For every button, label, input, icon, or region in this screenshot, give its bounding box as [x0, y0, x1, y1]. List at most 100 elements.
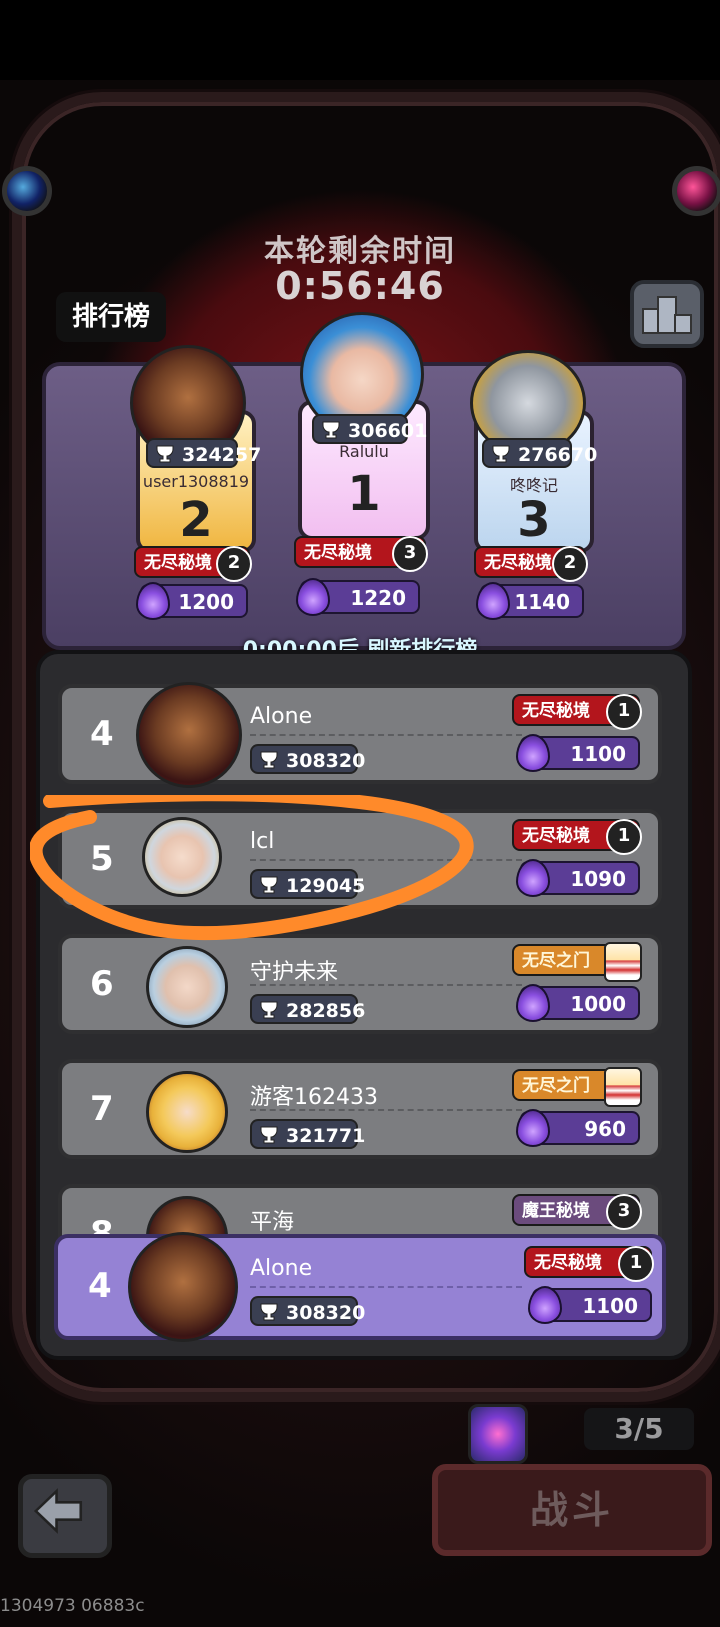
podium-rank: 1: [347, 466, 381, 522]
mode-badge: 无尽秘境 1: [524, 1246, 654, 1282]
build-id: 1304973 06883c: [0, 1596, 145, 1616]
divider: [250, 984, 522, 986]
blue-gem-icon: [2, 166, 52, 216]
points-value: 1100: [582, 1294, 638, 1318]
podium-score-value: 324257: [182, 444, 262, 466]
purple-drop-icon: [516, 734, 550, 772]
purple-drop-icon: [136, 582, 170, 620]
podium-icon[interactable]: [630, 280, 704, 348]
mode-count: 1: [606, 694, 642, 730]
player-avatar[interactable]: [136, 682, 242, 788]
row-score-value: 129045: [286, 875, 366, 897]
mode-badge: 无尽秘境 2: [474, 546, 588, 582]
podium-score: 276670: [482, 438, 597, 468]
podium-score-value: 276670: [518, 444, 598, 466]
row-rank: 4: [88, 1266, 112, 1306]
list-item[interactable]: 6 守护未来 282856 无尽之门 1000: [58, 934, 662, 1034]
list-item[interactable]: 5 lcl 129045 无尽秘境 1 1090: [58, 809, 662, 909]
purple-drop-icon: [528, 1286, 562, 1324]
mode-badge: 魔王秘境 3: [512, 1194, 642, 1230]
battle-button[interactable]: 战斗: [432, 1464, 712, 1556]
list-item[interactable]: 7 游客162433 321771 无尽之门 960: [58, 1059, 662, 1159]
points-value: 1000: [570, 992, 626, 1016]
row-name: lcl: [250, 829, 275, 854]
mode-badge: 无尽之门: [512, 1067, 642, 1107]
divider: [250, 1286, 522, 1288]
purple-drop-icon: [296, 578, 330, 616]
mode-label: 无尽秘境: [304, 543, 372, 563]
popcorn-icon: [604, 1067, 642, 1107]
player-avatar[interactable]: [142, 817, 222, 897]
mode-label: 无尽之门: [522, 1076, 590, 1096]
mode-label: 无尽秘境: [522, 701, 590, 721]
purple-drop-icon: [516, 984, 550, 1022]
game-screen: 本轮剩余时间 0:56:46 排行榜 user1308819 2 324257 …: [0, 0, 720, 1627]
row-name: Alone: [250, 704, 313, 729]
popcorn-icon: [604, 942, 642, 982]
arrow-left-icon: [33, 1488, 83, 1534]
mode-badge: 无尽秘境 1: [512, 819, 642, 855]
row-name: 平海: [250, 1210, 295, 1235]
points-value: 1090: [570, 867, 626, 891]
podium-score: 324257: [146, 438, 261, 468]
row-score-value: 308320: [286, 750, 366, 772]
row-name: 游客162433: [250, 1085, 378, 1110]
mode-count: 1: [618, 1246, 654, 1282]
player-avatar[interactable]: [146, 1071, 228, 1153]
mode-badge: 无尽秘境 3: [294, 536, 428, 572]
player-avatar[interactable]: [146, 946, 228, 1028]
podium-score-value: 306601: [348, 420, 428, 442]
podium-name: user1308819: [142, 472, 250, 491]
row-score: 308320: [250, 744, 365, 774]
trophy-icon: [322, 421, 340, 439]
trophy-icon: [260, 1126, 278, 1144]
trophy-icon: [492, 445, 510, 463]
row-name: 守护未来: [250, 960, 339, 985]
mode-count: 2: [216, 546, 252, 582]
mode-label: 魔王秘境: [522, 1201, 590, 1221]
podium-rank: 2: [179, 492, 213, 548]
list-item[interactable]: 4 Alone 308320 无尽秘境 1 1100: [58, 682, 662, 788]
mode-badge: 无尽之门: [512, 942, 642, 982]
row-score-value: 282856: [286, 1000, 366, 1022]
points-value: 1200: [178, 590, 234, 614]
mode-badge: 无尽秘境 1: [512, 694, 642, 730]
trophy-icon: [260, 876, 278, 894]
trophy-icon: [156, 445, 174, 463]
divider: [250, 859, 522, 861]
purple-drop-icon: [516, 859, 550, 897]
row-score-value: 321771: [286, 1125, 366, 1147]
row-rank: 4: [90, 714, 114, 754]
back-button[interactable]: [18, 1474, 112, 1558]
mode-label: 无尽秘境: [522, 826, 590, 846]
mode-count: 3: [606, 1194, 642, 1230]
row-score: 308320: [250, 1296, 365, 1326]
purple-drop-icon: [516, 1109, 550, 1147]
row-score: 129045: [250, 869, 365, 899]
portal-icon: [468, 1404, 528, 1464]
status-bar: [0, 0, 720, 80]
mode-count: 3: [392, 536, 428, 572]
mode-count: 1: [606, 819, 642, 855]
row-score-value: 308320: [286, 1302, 366, 1324]
mode-count: 2: [552, 546, 588, 582]
row-rank: 6: [90, 964, 114, 1004]
mode-label: 无尽秘境: [534, 1253, 602, 1273]
player-avatar[interactable]: [128, 1232, 238, 1342]
row-name: Alone: [250, 1256, 313, 1281]
row-score: 321771: [250, 1119, 365, 1149]
leaderboard-title: 排行榜: [56, 292, 166, 342]
row-rank: 7: [90, 1089, 114, 1129]
divider: [250, 1109, 522, 1111]
mode-label: 无尽秘境: [484, 553, 552, 573]
row-rank: 5: [90, 839, 114, 879]
podium-score: 306601: [312, 414, 427, 444]
my-rank-row[interactable]: 4 Alone 308320 无尽秘境 1 1100: [54, 1232, 666, 1342]
mode-label: 无尽秘境: [144, 553, 212, 573]
trophy-icon: [260, 751, 278, 769]
podium-rank: 3: [517, 492, 551, 548]
trophy-icon: [260, 1303, 278, 1321]
points-value: 1100: [570, 742, 626, 766]
trophy-icon: [260, 1001, 278, 1019]
purple-drop-icon: [476, 582, 510, 620]
